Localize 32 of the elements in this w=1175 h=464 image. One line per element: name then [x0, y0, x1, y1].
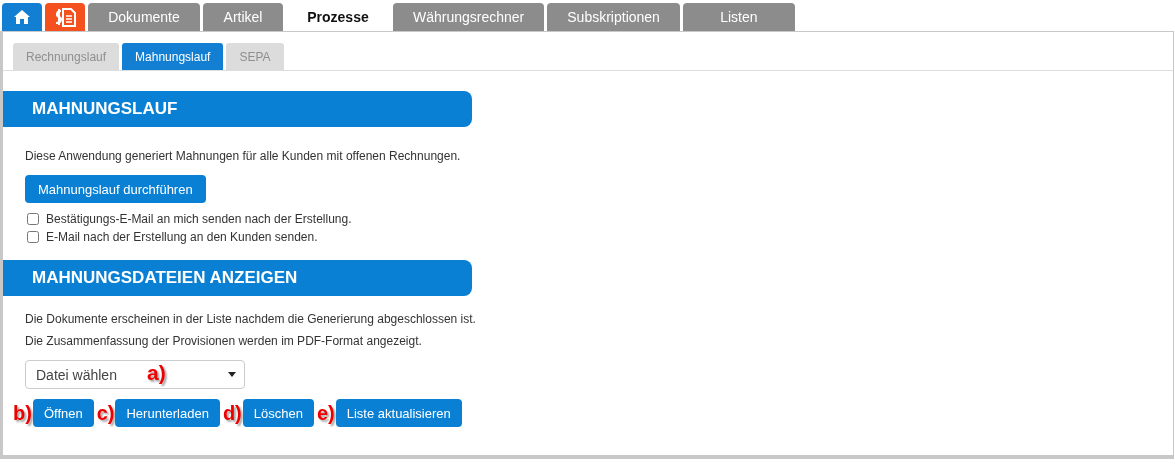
checkbox-label: Bestätigungs-E-Mail an mich senden nach der Erstellung.	[46, 212, 352, 226]
action-button[interactable]: Öffnen	[32, 399, 94, 427]
action-button[interactable]: Herunterladen	[115, 399, 220, 427]
invoice-tab[interactable]	[45, 3, 85, 31]
home-icon	[13, 9, 31, 25]
section-heading: MAHNUNGSLAUF	[3, 91, 472, 127]
section-heading: MAHNUNGSDATEIEN ANZEIGEN	[3, 260, 472, 296]
sub-tab[interactable]: SEPA	[226, 43, 284, 70]
sub-tab[interactable]: Rechnungslauf	[13, 43, 120, 70]
description-text: Die Zusammenfassung der Provisionen werden im PDF-Format angezeigt.	[25, 334, 423, 348]
action-button[interactable]: Löschen	[242, 399, 314, 427]
nav-tab[interactable]: Währungsrechner	[393, 3, 545, 31]
action-button[interactable]: Liste aktualisieren	[335, 399, 462, 427]
checkbox[interactable]	[27, 213, 39, 225]
annotation-label: d)	[222, 401, 242, 425]
annotation-label: e)	[316, 401, 335, 425]
nav-tab[interactable]: Dokumente	[88, 3, 200, 31]
nav-tab[interactable]: Listen	[682, 3, 795, 31]
annotation-label: a)	[147, 361, 166, 385]
invoice-icon	[54, 7, 76, 27]
annotation-label: b)	[13, 401, 32, 425]
description-text: Diese Anwendung generiert Mahnungen für alle Kunden mit offenen Rechnungen.	[25, 149, 462, 163]
annotation-label: c)	[96, 401, 115, 425]
nav-tab[interactable]: Subskriptionen	[547, 3, 680, 31]
description-text: Die Dokumente erscheinen in der Liste nachdem die Generierung abgeschlossen ist.	[25, 312, 477, 326]
checkbox[interactable]	[27, 231, 39, 243]
nav-tab[interactable]: Artikel	[203, 3, 283, 31]
run-button[interactable]: Mahnungslauf durchführen	[25, 175, 206, 203]
dropdown-caret-icon	[228, 372, 236, 377]
sub-tab[interactable]: Mahnungslauf	[122, 43, 224, 70]
checkbox-label: E-Mail nach der Erstellung an den Kunden senden.	[46, 230, 318, 244]
home-tab[interactable]	[2, 3, 42, 31]
